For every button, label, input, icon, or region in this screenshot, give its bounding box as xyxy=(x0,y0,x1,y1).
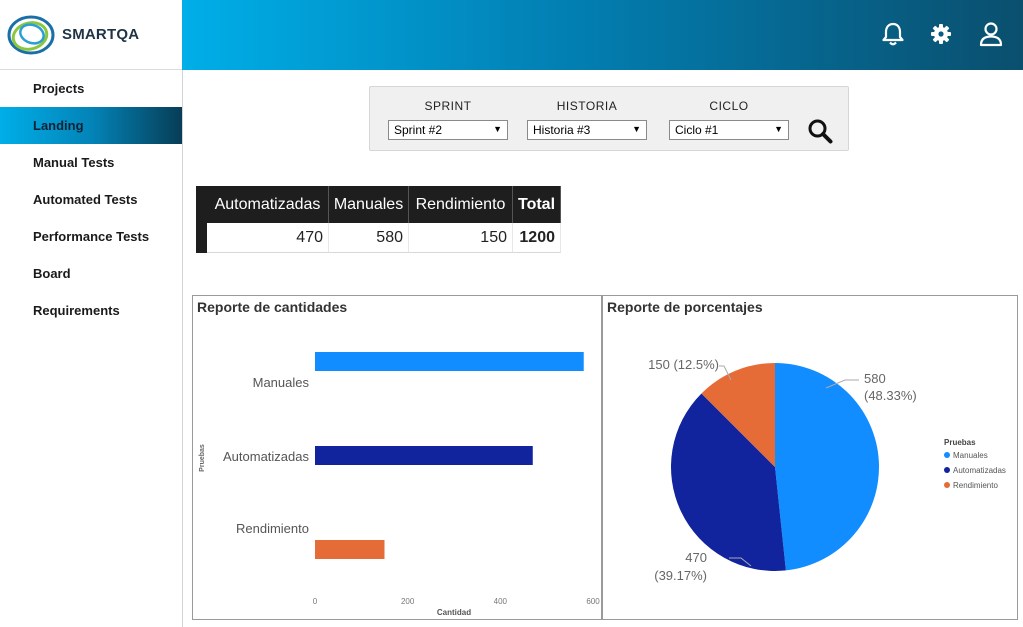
bar-chart-title: Reporte de cantidades xyxy=(197,299,348,315)
sidebar-item-label: Performance Tests xyxy=(33,229,150,244)
sidebar-item-label: Requirements xyxy=(33,303,120,318)
sprint-select[interactable]: Sprint #2 ▼ xyxy=(388,120,508,140)
smartqa-logo xyxy=(7,15,55,54)
sidebar-item-performance-tests[interactable]: Performance Tests xyxy=(0,218,182,255)
top-bar xyxy=(182,0,1023,70)
sprint-value: Sprint #2 xyxy=(394,123,443,137)
row-stub xyxy=(196,186,207,223)
bell-icon[interactable] xyxy=(879,20,907,48)
dropdown-arrow-icon: ▼ xyxy=(774,124,783,134)
bar-chart-panel: Manuales Automatizadas Rendimiento 0 200 400 6… xyxy=(192,295,602,620)
summary-table: Automatizadas Manuales Rendimiento Total… xyxy=(196,186,561,253)
sidebar-item-label: Projects xyxy=(33,81,85,96)
x-tick-label: 600 xyxy=(586,597,600,606)
filter-panel: SPRINT Sprint #2 ▼ HISTORIA Historia #3 … xyxy=(369,86,849,151)
sidebar-item-label: Manual Tests xyxy=(33,155,115,170)
historia-value: Historia #3 xyxy=(533,123,591,137)
legend-item-rendimiento[interactable]: Rendimiento xyxy=(953,481,998,490)
legend-title: Pruebas xyxy=(944,438,976,447)
legend-swatch xyxy=(944,482,950,488)
ciclo-select[interactable]: Ciclo #1 ▼ xyxy=(669,120,789,140)
bar-rendimiento[interactable] xyxy=(315,540,385,559)
pie-chart-panel: 580 (48.33%) 470 (39.17%) 150 (12.5%) Pruebas… xyxy=(602,295,1018,620)
historia-label: HISTORIA xyxy=(556,99,618,113)
header-automatizadas: Automatizadas xyxy=(207,186,329,223)
bar-automatizadas[interactable] xyxy=(315,446,533,465)
header-total: Total xyxy=(513,186,561,223)
sidebar-item-landing[interactable]: Landing xyxy=(0,107,182,144)
dropdown-arrow-icon: ▼ xyxy=(632,124,641,134)
search-icon[interactable] xyxy=(806,117,834,145)
bar-chart: Manuales Automatizadas Rendimiento 0 200 400 6… xyxy=(199,352,600,617)
sprint-label: SPRINT xyxy=(424,99,472,113)
sidebar-item-label: Landing xyxy=(33,118,84,133)
sidebar-item-projects[interactable]: Projects xyxy=(0,70,182,107)
row-stub xyxy=(196,223,207,253)
y-axis-label: Pruebas xyxy=(199,444,206,472)
brand[interactable]: SMARTQA xyxy=(0,0,182,70)
header-rendimiento: Rendimiento xyxy=(409,186,513,223)
ciclo-value: Ciclo #1 xyxy=(675,123,719,137)
legend-item-automatizadas[interactable]: Automatizadas xyxy=(953,466,1006,475)
legend-item-manuales[interactable]: Manuales xyxy=(953,451,988,460)
slice-label-percent: (48.33%) xyxy=(864,388,917,403)
x-tick-label: 200 xyxy=(401,597,415,606)
bar-manuales[interactable] xyxy=(315,352,584,371)
slice-label-percent: (39.17%) xyxy=(654,568,707,583)
x-tick-label: 400 xyxy=(494,597,508,606)
legend-swatch xyxy=(944,452,950,458)
dropdown-arrow-icon: ▼ xyxy=(493,124,502,134)
x-axis-label: Cantidad xyxy=(437,608,471,617)
sidebar-item-label: Board xyxy=(33,266,71,281)
summary-header-row: Automatizadas Manuales Rendimiento Total xyxy=(196,186,561,223)
category-label: Automatizadas xyxy=(223,449,309,464)
slice-label-value: 470 xyxy=(685,550,707,565)
sidebar-item-label: Automated Tests xyxy=(33,192,138,207)
sidebar: Projects Landing Manual Tests Automated … xyxy=(0,70,183,627)
pie-chart: 580 (48.33%) 470 (39.17%) 150 (12.5%) Pruebas… xyxy=(648,357,1006,583)
category-label: Manuales xyxy=(253,375,310,390)
value-manuales: 580 xyxy=(329,223,409,253)
app-name: SMARTQA xyxy=(62,26,140,43)
gear-icon[interactable] xyxy=(927,20,955,48)
x-tick-label: 0 xyxy=(313,597,318,606)
value-automatizadas: 470 xyxy=(207,223,329,253)
sidebar-item-board[interactable]: Board xyxy=(0,255,182,292)
slice-label-value: 150 (12.5%) xyxy=(648,357,719,372)
sidebar-item-manual-tests[interactable]: Manual Tests xyxy=(0,144,182,181)
value-rendimiento: 150 xyxy=(409,223,513,253)
category-label: Rendimiento xyxy=(236,521,309,536)
historia-select[interactable]: Historia #3 ▼ xyxy=(527,120,647,140)
sidebar-item-requirements[interactable]: Requirements xyxy=(0,292,182,329)
slice-label-value: 580 xyxy=(864,371,886,386)
pie-chart-title: Reporte de porcentajes xyxy=(607,299,763,315)
value-total: 1200 xyxy=(513,223,561,253)
ciclo-label: CICLO xyxy=(709,99,749,113)
header-manuales: Manuales xyxy=(329,186,409,223)
summary-values-row: 470 580 150 1200 xyxy=(196,223,561,253)
legend-swatch xyxy=(944,467,950,473)
user-icon[interactable] xyxy=(977,20,1005,48)
sidebar-item-automated-tests[interactable]: Automated Tests xyxy=(0,181,182,218)
